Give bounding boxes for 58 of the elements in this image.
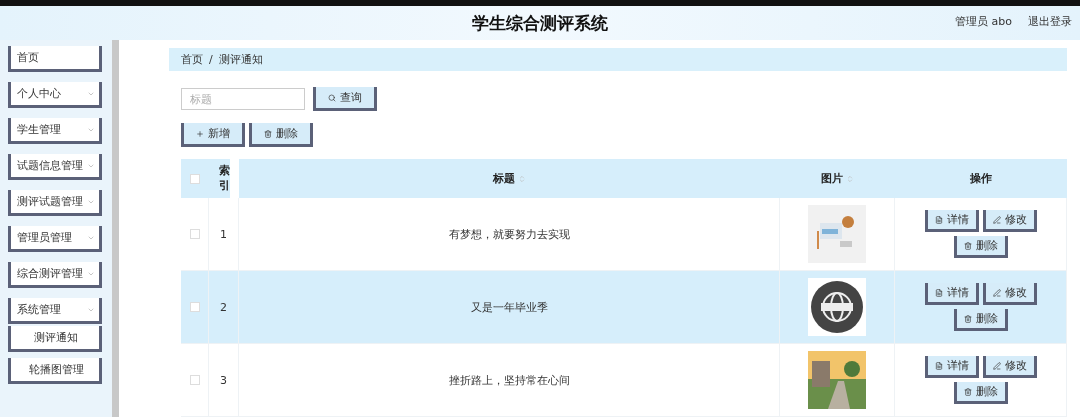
- breadcrumb-item: 测评通知: [218, 52, 263, 67]
- trash-icon: [963, 314, 972, 323]
- user-name: 管理员 abo: [955, 14, 1012, 29]
- delete-button[interactable]: 删除: [249, 123, 313, 147]
- table-cell: 有梦想，就要努力去实现: [448, 226, 570, 242]
- submenu-item[interactable]: 测评通知: [8, 326, 102, 352]
- logout-link[interactable]: 退出登录: [1028, 14, 1072, 29]
- sidebar-item[interactable]: 首页: [8, 46, 102, 72]
- sidebar-item[interactable]: 测评试题管理: [8, 190, 102, 216]
- column-header[interactable]: 图片: [780, 159, 895, 198]
- row-checkbox[interactable]: [189, 302, 200, 312]
- document-icon: [934, 215, 943, 224]
- table-cell: 2: [220, 300, 227, 314]
- delete-button[interactable]: 删除: [953, 382, 1008, 404]
- sidebar-item[interactable]: 个人中心: [8, 82, 102, 108]
- column-header: 操作: [895, 159, 1067, 198]
- sidebar-item[interactable]: 学生管理: [8, 118, 102, 144]
- add-button[interactable]: 新增: [181, 123, 245, 147]
- document-icon: [934, 288, 943, 297]
- search-button[interactable]: 查询: [313, 87, 377, 111]
- row-checkbox[interactable]: [189, 375, 200, 385]
- trash-icon: [264, 129, 272, 138]
- select-all-checkbox[interactable]: [190, 173, 200, 184]
- title-search-field[interactable]: 标题: [181, 88, 305, 110]
- details-button[interactable]: 详情: [924, 356, 979, 378]
- pen-icon: [992, 361, 1001, 370]
- app-title: 学生综合测评系统: [472, 11, 608, 35]
- column-header[interactable]: 标题: [239, 159, 780, 198]
- row-checkbox[interactable]: [189, 229, 200, 239]
- delete-button[interactable]: 删除: [953, 236, 1008, 258]
- search-icon: [328, 93, 336, 102]
- pen-icon: [992, 288, 1001, 297]
- plus-icon: [196, 129, 204, 138]
- breadcrumb-item[interactable]: 首页: [181, 52, 203, 67]
- details-button[interactable]: 详情: [924, 210, 979, 232]
- table-cell: 1: [220, 227, 227, 241]
- trash-icon: [963, 241, 972, 250]
- pen-icon: [992, 215, 1001, 224]
- table-cell: 3: [220, 373, 227, 387]
- breadcrumb-separator: /: [209, 53, 213, 66]
- table-cell: 又是一年毕业季: [470, 299, 548, 315]
- document-icon: [934, 361, 943, 370]
- sidebar-item[interactable]: 试题信息管理: [8, 154, 102, 180]
- delete-button[interactable]: 删除: [953, 309, 1008, 331]
- details-button[interactable]: 详情: [924, 283, 979, 305]
- edit-button[interactable]: 修改: [982, 210, 1037, 232]
- table-cell: 挫折路上，坚持常在心间: [448, 372, 570, 388]
- sidebar-item[interactable]: 综合测评管理: [8, 262, 102, 288]
- sort-icon[interactable]: [518, 174, 526, 183]
- trash-icon: [963, 387, 972, 396]
- edit-button[interactable]: 修改: [982, 356, 1037, 378]
- sidebar-item[interactable]: 系统管理: [8, 298, 102, 324]
- submenu-item[interactable]: 轮播图管理: [8, 358, 102, 384]
- scrollbar[interactable]: [112, 40, 119, 417]
- edit-button[interactable]: 修改: [982, 283, 1037, 305]
- sidebar-item[interactable]: 管理员管理: [8, 226, 102, 252]
- column-header: 索引: [209, 159, 230, 198]
- sort-icon[interactable]: [846, 174, 854, 183]
